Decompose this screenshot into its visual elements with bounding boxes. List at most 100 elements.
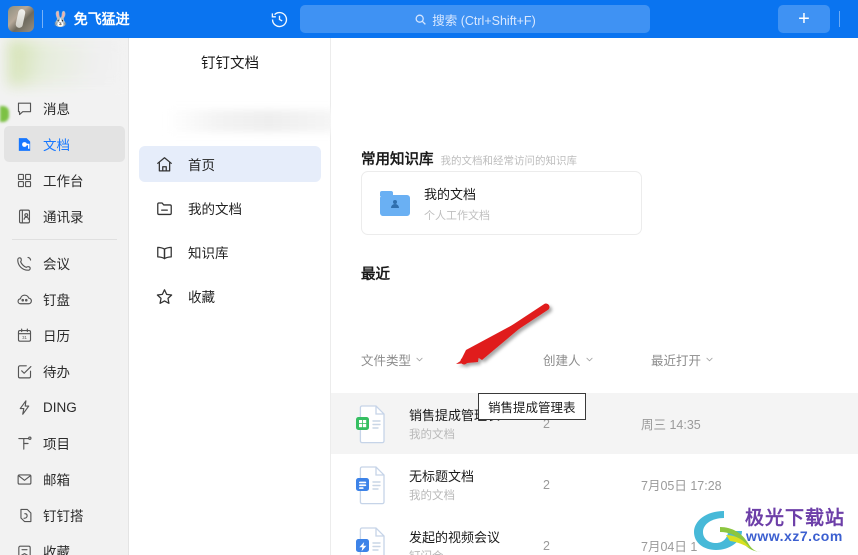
sidebar-item-label: DING: [43, 399, 77, 415]
chevron-down-icon: [705, 355, 714, 364]
divider: [42, 10, 43, 28]
file-time: 7月04日 1: [641, 540, 698, 554]
docs-nav-item-label: 我的文档: [188, 202, 242, 217]
sidebar-item-workbench[interactable]: 工作台: [4, 162, 125, 198]
knowledge-title: 常用知识库: [361, 152, 434, 168]
file-name: 无标题文档: [409, 469, 475, 484]
knowledge-card-name: 我的文档: [424, 186, 477, 202]
sidebar-item-cloud-drive[interactable]: 钉盘: [4, 281, 125, 317]
sidebar-item-message[interactable]: 消息: [4, 90, 125, 126]
knowledge-subtitle: 我的文档和经常访问的知识库: [440, 155, 578, 167]
folder-person-icon: [380, 190, 410, 216]
file-location: 钉闪会: [409, 548, 444, 555]
contacts-icon: [16, 208, 33, 225]
file-location: 我的文档: [409, 429, 455, 441]
docs-nav-item-label: 收藏: [188, 290, 215, 305]
document-file-icon: [354, 465, 390, 505]
docs-nav-item-label: 首页: [188, 158, 215, 173]
sidebar-item-label: 收藏: [43, 545, 70, 555]
chevron-down-icon: [585, 355, 594, 364]
sidebar-item-contacts[interactable]: 通讯录: [4, 198, 125, 234]
table-row[interactable]: 发起的视频会议钉闪会 2 7月04日 1: [331, 515, 858, 555]
docs-nav-item-book[interactable]: 知识库: [139, 234, 321, 270]
book-icon: [155, 243, 174, 262]
window-divider: [839, 11, 840, 27]
filter-label: 创建人: [543, 354, 581, 368]
profile-blur: [8, 40, 128, 86]
recent-title: 最近: [361, 267, 390, 283]
sidebar-item-label: 邮箱: [43, 473, 70, 488]
sidebar-item-calendar[interactable]: 31 日历: [4, 317, 125, 353]
sidebar-item-meeting[interactable]: 会议: [4, 245, 125, 281]
sidebar-item-label: 待办: [43, 365, 70, 380]
recent-section-header: 最近: [361, 263, 390, 284]
file-name: 发起的视频会议: [409, 530, 501, 545]
table-row[interactable]: 无标题文档我的文档 2 7月05日 17:28: [331, 454, 858, 515]
docs-nav-item-folder[interactable]: 我的文档: [139, 190, 321, 226]
avatar[interactable]: [8, 6, 34, 32]
filter-bar: 文件类型 创建人 最近打开: [361, 350, 831, 372]
app-name-label: 免飞猛进: [73, 11, 130, 27]
file-time: 7月05日 17:28: [641, 479, 722, 493]
docs-nav-panel: 钉钉文档 首页我的文档知识库收藏: [129, 38, 337, 555]
file-location: 我的文档: [409, 490, 455, 502]
star-icon: [155, 287, 174, 306]
main-content: 常用知识库 我的文档和经常访问的知识库 我的文档 个人工作文档 最近 文件类型 创…: [331, 38, 858, 555]
filter-label: 文件类型: [361, 354, 412, 368]
add-button[interactable]: +: [778, 5, 830, 33]
sidebar-item-dingtalk-build[interactable]: 钉钉搭: [4, 497, 125, 533]
workbench-icon: [16, 172, 33, 189]
file-name-tooltip: 销售提成管理表: [478, 393, 586, 420]
sidebar-item-label: 日历: [43, 329, 70, 344]
left-rail: 消息文档工作台通讯录会议钉盘 31 日历待办 DING 项目邮箱钉钉搭收藏: [0, 38, 129, 555]
search-placeholder: 搜索 (Ctrl+Shift+F): [432, 13, 536, 28]
filter-creator[interactable]: 创建人: [543, 350, 594, 369]
cloud-drive-icon: [16, 291, 33, 308]
sidebar-item-mail[interactable]: 邮箱: [4, 461, 125, 497]
flash-meeting-file-icon: [354, 526, 390, 555]
message-icon: [16, 100, 33, 117]
sidebar-item-favorites[interactable]: 收藏: [4, 533, 125, 555]
sidebar-item-project[interactable]: 项目: [4, 425, 125, 461]
knowledge-card-desc: 个人工作文档: [424, 209, 490, 222]
sidebar-item-label: 钉盘: [43, 293, 70, 308]
sidebar-item-label: 工作台: [43, 174, 84, 189]
mail-icon: [16, 471, 33, 488]
docs-nav-item-home[interactable]: 首页: [139, 146, 321, 182]
recent-file-list: 销售提成管理表我的文档 2 周三 14:35 无标题文档我的文档 2 7月05日 17:2…: [331, 393, 858, 555]
sidebar-item-todo[interactable]: 待办: [4, 353, 125, 389]
favorites-icon: [16, 543, 33, 555]
chevron-down-icon: [415, 355, 424, 364]
sidebar-item-label: 项目: [43, 437, 70, 452]
todo-icon: [16, 363, 33, 380]
table-row[interactable]: 销售提成管理表 我的文档 2 周三 14:35: [331, 393, 858, 454]
rail-nav-list: 消息文档工作台通讯录会议钉盘 31 日历待办 DING 项目邮箱钉钉搭收藏: [0, 90, 128, 555]
sidebar-item-label: 消息: [43, 102, 70, 117]
sidebar-item-document[interactable]: 文档: [4, 126, 125, 162]
sidebar-item-label: 文档: [43, 138, 70, 153]
sidebar-item-label: 钉钉搭: [43, 509, 84, 524]
sidebar-item-ding[interactable]: DING: [4, 389, 125, 425]
document-icon: [16, 136, 33, 153]
search-icon: [415, 14, 427, 25]
filter-label: 最近打开: [651, 354, 702, 368]
search-input[interactable]: 搜索 (Ctrl+Shift+F): [300, 5, 650, 33]
docs-nav-list: 首页我的文档知识库收藏: [129, 146, 331, 322]
filter-recently-opened[interactable]: 最近打开: [651, 350, 714, 369]
filter-file-type[interactable]: 文件类型: [361, 350, 424, 369]
ding-icon: [16, 399, 33, 416]
dingtalk-window: 🐰 免飞猛进 搜索 (Ctrl+Shift+F) + 消息 文档 工作台 通讯录 会议钉…: [0, 0, 858, 555]
spreadsheet-file-icon: [354, 404, 390, 444]
svg-text:31: 31: [22, 335, 27, 340]
docs-nav-item-label: 知识库: [188, 246, 229, 261]
panel-title: 钉钉文档: [201, 56, 259, 72]
history-icon[interactable]: [270, 10, 289, 29]
knowledge-card-my-docs[interactable]: 我的文档 个人工作文档: [361, 171, 642, 235]
docs-nav-item-star[interactable]: 收藏: [139, 278, 321, 314]
sidebar-item-label: 会议: [43, 257, 70, 272]
home-icon: [155, 155, 174, 174]
file-count: 2: [543, 477, 550, 492]
dingtalk-build-icon: [16, 507, 33, 524]
rabbit-icon: 🐰: [51, 10, 70, 28]
file-time: 周三 14:35: [641, 418, 701, 432]
